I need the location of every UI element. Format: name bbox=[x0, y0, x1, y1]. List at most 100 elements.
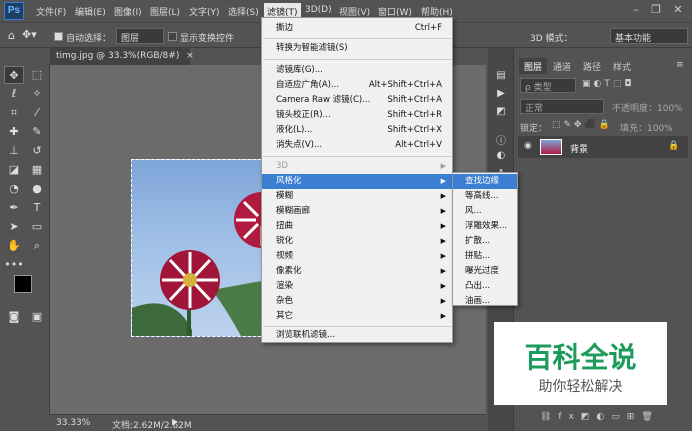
menu-item-render[interactable]: 渲染 ▶ bbox=[262, 279, 452, 294]
submenu-trace-contour[interactable]: 等高线... bbox=[453, 189, 517, 204]
crop-tool-icon[interactable]: ⌗ bbox=[4, 104, 24, 122]
menu-item-other[interactable]: 其它 ▶ bbox=[262, 309, 452, 324]
menu-item-camera-raw[interactable]: Camera Raw 滤镜(C)... Shift+Ctrl+A bbox=[262, 93, 452, 108]
brush-tool-icon[interactable]: ✎ bbox=[27, 123, 47, 141]
submenu-solarize[interactable]: 曝光过度 bbox=[453, 264, 517, 279]
info-panel-icon[interactable]: ⓘ bbox=[495, 132, 507, 147]
pen-tool-icon[interactable]: ✒ bbox=[4, 199, 24, 217]
lock-icons[interactable]: ⬚✎✥⬛🔒 bbox=[552, 120, 613, 130]
type-tool-icon[interactable]: T bbox=[27, 199, 47, 217]
magic-wand-icon[interactable]: ✧ bbox=[27, 85, 47, 103]
menu-item-noise[interactable]: 杂色 ▶ bbox=[262, 294, 452, 309]
restore-icon[interactable]: ❐ bbox=[649, 3, 663, 17]
menu-select[interactable]: 选择(S) bbox=[228, 5, 259, 18]
layers-bottom-icons[interactable]: ⛓fx◩◐▭⊞🗑 bbox=[540, 412, 660, 422]
auto-select-checkbox[interactable] bbox=[54, 32, 63, 41]
submenu-tiles[interactable]: 拼贴... bbox=[453, 249, 517, 264]
status-arrow-icon[interactable]: ▶ bbox=[172, 417, 178, 426]
lasso-tool-icon[interactable]: ℓ bbox=[4, 85, 24, 103]
tab-layers[interactable]: 图层 bbox=[519, 58, 548, 74]
screen-mode-icon[interactable]: ▣ bbox=[27, 308, 47, 326]
menu-item-sharpen[interactable]: 锐化 ▶ bbox=[262, 234, 452, 249]
menu-item-browse-online[interactable]: 浏览联机滤镜... bbox=[262, 328, 452, 343]
submenu-extrude[interactable]: 凸出... bbox=[453, 279, 517, 294]
menu-layer[interactable]: 图层(L) bbox=[150, 5, 180, 18]
tab-paths[interactable]: 路径 bbox=[578, 58, 606, 74]
menu-3d[interactable]: 3D(D) bbox=[305, 5, 332, 15]
zoom-tool-icon[interactable]: ⌕ bbox=[27, 237, 47, 255]
visibility-eye-icon[interactable]: ◉ bbox=[524, 141, 532, 151]
adjustments-panel-icon[interactable]: ◐ bbox=[495, 150, 507, 162]
show-transform-checkbox[interactable] bbox=[168, 32, 177, 41]
eraser-tool-icon[interactable]: ◪ bbox=[4, 161, 24, 179]
submenu-wind[interactable]: 风... bbox=[453, 204, 517, 219]
zoom-level[interactable]: 33.33% bbox=[56, 418, 90, 428]
menu-item-stylize[interactable]: 风格化 ▶ bbox=[262, 174, 452, 189]
minimize-icon[interactable]: – bbox=[629, 3, 643, 17]
auto-select-dropdown[interactable]: 图层 bbox=[116, 28, 164, 44]
foreground-color-swatch[interactable] bbox=[14, 275, 32, 293]
actions-panel-icon[interactable]: ▶ bbox=[495, 88, 507, 100]
hand-tool-icon[interactable]: ✋ bbox=[4, 237, 24, 255]
tab-channels[interactable]: 通道 bbox=[548, 58, 576, 74]
marquee-tool-icon[interactable]: ⬚ bbox=[27, 66, 47, 84]
fill-label[interactable]: 填充：100% bbox=[620, 121, 673, 134]
separator bbox=[263, 326, 452, 327]
workspace-dropdown[interactable]: 基本功能 bbox=[610, 28, 688, 44]
quick-mask-icon[interactable]: ◙ bbox=[4, 308, 24, 326]
menu-image[interactable]: 图像(I) bbox=[114, 5, 142, 18]
status-bar: 33.33% 文档:2.62M/2.62M ▶ bbox=[50, 414, 486, 431]
menu-item-blur[interactable]: 模糊 ▶ bbox=[262, 189, 452, 204]
menu-item-vanishing-point[interactable]: 消失点(V)... Alt+Ctrl+V bbox=[262, 138, 452, 153]
path-select-icon[interactable]: ➤ bbox=[4, 218, 24, 236]
menu-item-liquify[interactable]: 液化(L)... Shift+Ctrl+X bbox=[262, 123, 452, 138]
history-brush-icon[interactable]: ↺ bbox=[27, 142, 47, 160]
menu-item-adaptive-wide[interactable]: 自适应广角(A)... Alt+Shift+Ctrl+A bbox=[262, 78, 452, 93]
panel-menu-icon[interactable]: ≡ bbox=[676, 60, 684, 70]
move-tool-icon[interactable]: ✥ bbox=[4, 66, 24, 84]
submenu-find-edges[interactable]: 查找边缘 bbox=[453, 174, 517, 189]
menu-type[interactable]: 文字(Y) bbox=[189, 5, 220, 18]
menu-item-last-filter[interactable]: 撕边 Ctrl+F bbox=[262, 21, 452, 36]
close-icon[interactable]: ✕ bbox=[671, 3, 685, 17]
layer-name[interactable]: 背景 bbox=[570, 142, 588, 155]
menu-edit[interactable]: 编辑(E) bbox=[75, 5, 106, 18]
menu-item-filter-gallery[interactable]: 滤镜库(G)... bbox=[262, 63, 452, 78]
submenu-diffuse[interactable]: 扩散... bbox=[453, 234, 517, 249]
menu-item-pixelate[interactable]: 像素化 ▶ bbox=[262, 264, 452, 279]
healing-brush-icon[interactable]: ✚ bbox=[4, 123, 24, 141]
menu-item-convert-smart[interactable]: 转换为智能滤镜(S) bbox=[262, 41, 452, 56]
move-tool-icon[interactable]: ✥▾ bbox=[22, 28, 37, 41]
more-tools-icon[interactable]: ••• bbox=[4, 256, 24, 274]
submenu-oil-paint[interactable]: 油画... bbox=[453, 294, 517, 309]
submenu-emboss[interactable]: 浮雕效果... bbox=[453, 219, 517, 234]
menu-item-3d[interactable]: 3D ▶ bbox=[262, 159, 452, 174]
stamp-tool-icon[interactable]: ⊥ bbox=[4, 142, 24, 160]
blend-mode-dropdown[interactable]: 正常 bbox=[520, 99, 604, 114]
filter-menu: 撕边 Ctrl+F 转换为智能滤镜(S) 滤镜库(G)... 自适应广角(A)..… bbox=[261, 17, 453, 343]
menu-item-distort[interactable]: 扭曲 ▶ bbox=[262, 219, 452, 234]
menu-item-video[interactable]: 视频 ▶ bbox=[262, 249, 452, 264]
menu-item-blur-gallery[interactable]: 模糊画廊 ▶ bbox=[262, 204, 452, 219]
3d-mode-label: 3D 模式： bbox=[530, 34, 573, 44]
opacity-label[interactable]: 不透明度：100% bbox=[612, 101, 683, 114]
menu-file[interactable]: 文件(F) bbox=[36, 5, 66, 18]
shape-tool-icon[interactable]: ▭ bbox=[27, 218, 47, 236]
menu-item-lens-correction[interactable]: 镜头校正(R)... Shift+Ctrl+R bbox=[262, 108, 452, 123]
document-image[interactable] bbox=[131, 159, 266, 337]
tab-styles[interactable]: 样式 bbox=[608, 58, 636, 74]
properties-panel-icon[interactable]: ◩ bbox=[495, 106, 507, 118]
layer-row[interactable]: ◉ 背景 🔒 bbox=[518, 136, 688, 158]
home-icon[interactable]: ⌂ bbox=[8, 29, 15, 42]
document-tab[interactable]: timg.jpg @ 33.3%(RGB/8#) × bbox=[50, 48, 194, 65]
watermark-subtitle: 助你轻松解决 bbox=[538, 379, 623, 395]
eyedropper-icon[interactable]: ⁄ bbox=[27, 104, 47, 122]
history-panel-icon[interactable]: ▤ bbox=[495, 70, 507, 82]
gradient-tool-icon[interactable]: ▦ bbox=[27, 161, 47, 179]
dodge-tool-icon[interactable]: ● bbox=[27, 180, 47, 198]
close-tab-icon[interactable]: × bbox=[186, 51, 194, 61]
layer-kind-filter[interactable]: ρ 类型 bbox=[520, 78, 576, 93]
blur-tool-icon[interactable]: ◔ bbox=[4, 180, 24, 198]
layer-filter-icons[interactable]: ▣◐T⬚◘ bbox=[582, 79, 634, 89]
flower-photo bbox=[132, 192, 265, 336]
